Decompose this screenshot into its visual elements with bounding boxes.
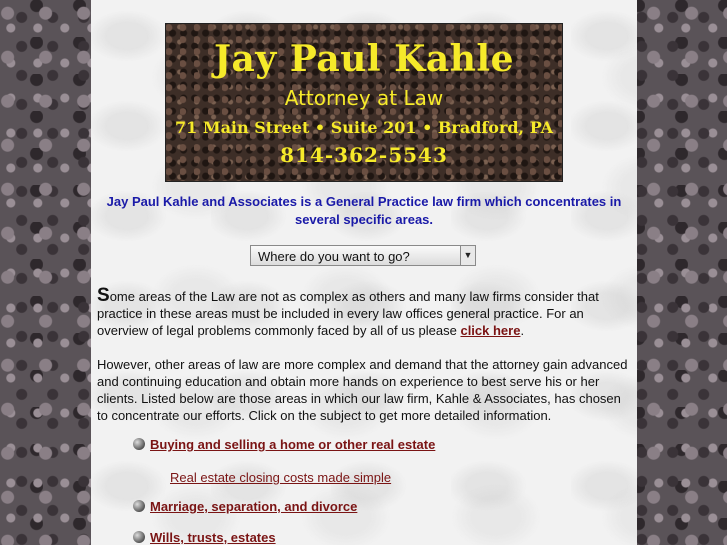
area-link-closing-costs[interactable]: Real estate closing costs made simple <box>170 470 391 485</box>
firm-phone: 814-362-5543 <box>280 143 448 167</box>
area-link-wills[interactable]: Wills, trusts, estates <box>150 530 276 545</box>
bullet-icon <box>133 500 145 512</box>
click-here-link[interactable]: click here <box>460 323 520 338</box>
bullet-icon <box>133 438 145 450</box>
navigation-dropdown-value: Where do you want to go? <box>258 249 410 264</box>
navigation-dropdown[interactable]: Where do you want to go? ▼ <box>250 245 476 266</box>
area-link-divorce[interactable]: Marriage, separation, and divorce <box>150 499 357 514</box>
area-link-real-estate[interactable]: Buying and selling a home or other real … <box>150 437 435 452</box>
list-item: Marriage, separation, and divorce <box>133 499 357 514</box>
bullet-icon <box>133 531 145 543</box>
firm-title: Attorney at Law <box>284 86 444 110</box>
firm-address: 71 Main Street • Suite 201 • Bradford, P… <box>175 118 553 137</box>
chevron-down-icon[interactable]: ▼ <box>460 246 475 265</box>
firm-name: Jay Paul Kahle <box>214 38 514 80</box>
list-item: Wills, trusts, estates <box>133 530 276 545</box>
paragraph-specialties: However, other areas of law are more com… <box>97 357 628 423</box>
header-banner: Jay Paul Kahle Attorney at Law 71 Main S… <box>165 23 563 182</box>
paragraph-end: . <box>520 323 525 338</box>
list-item: Buying and selling a home or other real … <box>133 437 435 452</box>
drop-cap: S <box>97 285 110 306</box>
paragraph-general-practice: Some areas of the Law are not as complex… <box>97 285 633 339</box>
intro-text: Jay Paul Kahle and Associates is a Gener… <box>106 194 622 227</box>
list-item: Real estate closing costs made simple <box>170 470 391 485</box>
content-panel: Jay Paul Kahle Attorney at Law 71 Main S… <box>91 0 637 545</box>
